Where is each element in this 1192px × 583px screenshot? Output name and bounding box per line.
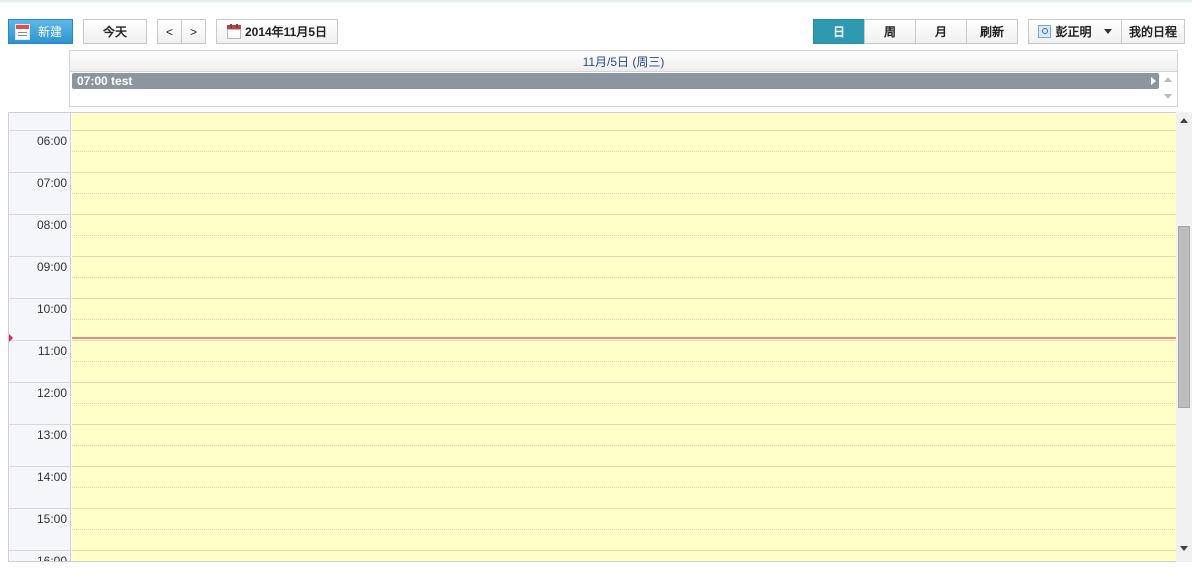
time-gutter: 06:00 07:00 08:00 09:00 10:00 11:00 12:00 13:00… [9,113,71,561]
time-slot-label: 16:00 [9,550,71,562]
half-hour-line [72,235,1177,236]
half-hour-line [72,319,1177,320]
event-item[interactable]: 07:00 test [72,73,1159,89]
refresh-button[interactable]: 刷新 [966,19,1018,44]
half-hour-line [72,277,1177,278]
hour-label: 12:00 [36,386,67,400]
hour-line [72,424,1177,425]
all-day-area: 07:00 test [69,71,1178,107]
view-week-tab[interactable]: 周 [864,19,916,44]
toolbar: 新建 今天 < > 2014年11月5日 日 周 月 刷新 彭正明 我的日程 [0,19,1192,45]
user-select-button[interactable]: 彭正明 [1028,19,1122,44]
time-slot-label: 08:00 [9,214,71,256]
date-picker-button[interactable]: 2014年11月5日 [216,19,338,44]
top-border [0,0,1192,3]
current-time-marker-icon [9,334,13,342]
calendar-icon [226,24,241,39]
half-hour-line [72,151,1177,152]
hour-label: 16:00 [36,554,67,562]
time-slot-label: 12:00 [9,382,71,424]
hour-label: 10:00 [36,302,67,316]
search-icon [1038,25,1052,38]
scroll-up-icon[interactable] [1164,77,1172,82]
hour-line [72,340,1177,341]
half-hour-line [72,445,1177,446]
my-schedule-button[interactable]: 我的日程 [1121,19,1185,44]
hour-label: 14:00 [36,470,67,484]
expand-arrow-icon[interactable] [1151,77,1156,85]
time-slot-label: 13:00 [9,424,71,466]
time-slot-label: 09:00 [9,256,71,298]
next-button[interactable]: > [181,19,206,44]
day-grid: 06:00 07:00 08:00 09:00 10:00 11:00 12:00 13:00… [8,112,1192,562]
scroll-down-icon[interactable] [1180,546,1188,551]
view-month-tab[interactable]: 月 [915,19,967,44]
hour-line [72,172,1177,173]
hour-line [72,298,1177,299]
hour-label: 07:00 [36,176,67,190]
hour-line [72,508,1177,509]
day-column-header: 11月/5日 (周三) [69,50,1178,71]
half-hour-line [72,487,1177,488]
view-day-tab[interactable]: 日 [813,19,865,44]
time-slot-label: 07:00 [9,172,71,214]
new-event-button[interactable]: 新建 [8,19,73,44]
current-time-line [72,337,1177,339]
day-title: 11月/5日 (周三) [582,54,665,69]
hour-line [72,130,1177,131]
hour-line [72,256,1177,257]
hour-line [72,214,1177,215]
hour-line [72,466,1177,467]
event-label: 07:00 test [77,74,133,88]
hour-label: 08:00 [36,218,67,232]
scroll-up-icon[interactable] [1180,118,1188,123]
half-hour-line [72,529,1177,530]
hour-line [72,550,1177,551]
hour-line [72,382,1177,383]
user-name-label: 彭正明 [1055,25,1092,39]
time-slot-label: 15:00 [9,508,71,550]
half-hour-line [72,403,1177,404]
new-event-label: 新建 [38,25,63,39]
all-day-scrollbar[interactable] [1160,72,1177,106]
time-slot-label: 10:00 [9,298,71,340]
time-slot-label: 06:00 [9,130,71,172]
hour-label: 13:00 [36,428,67,442]
current-date-label: 2014年11月5日 [244,25,328,39]
chevron-down-icon [1103,29,1112,34]
today-button[interactable]: 今天 [83,19,147,44]
hour-label: 15:00 [36,512,67,526]
hour-label: 11:00 [37,344,67,358]
time-slot-label: 14:00 [9,466,71,508]
hour-label: 06:00 [36,134,67,148]
time-slot-label: 11:00 [9,340,71,382]
prev-button[interactable]: < [157,19,182,44]
new-event-icon [15,23,30,40]
half-hour-line [72,193,1177,194]
scrollbar-thumb[interactable] [1178,226,1190,408]
scroll-down-icon[interactable] [1164,94,1172,99]
hour-label: 09:00 [36,260,67,274]
grid-scrollbar[interactable] [1176,112,1192,562]
half-hour-line [72,361,1177,362]
